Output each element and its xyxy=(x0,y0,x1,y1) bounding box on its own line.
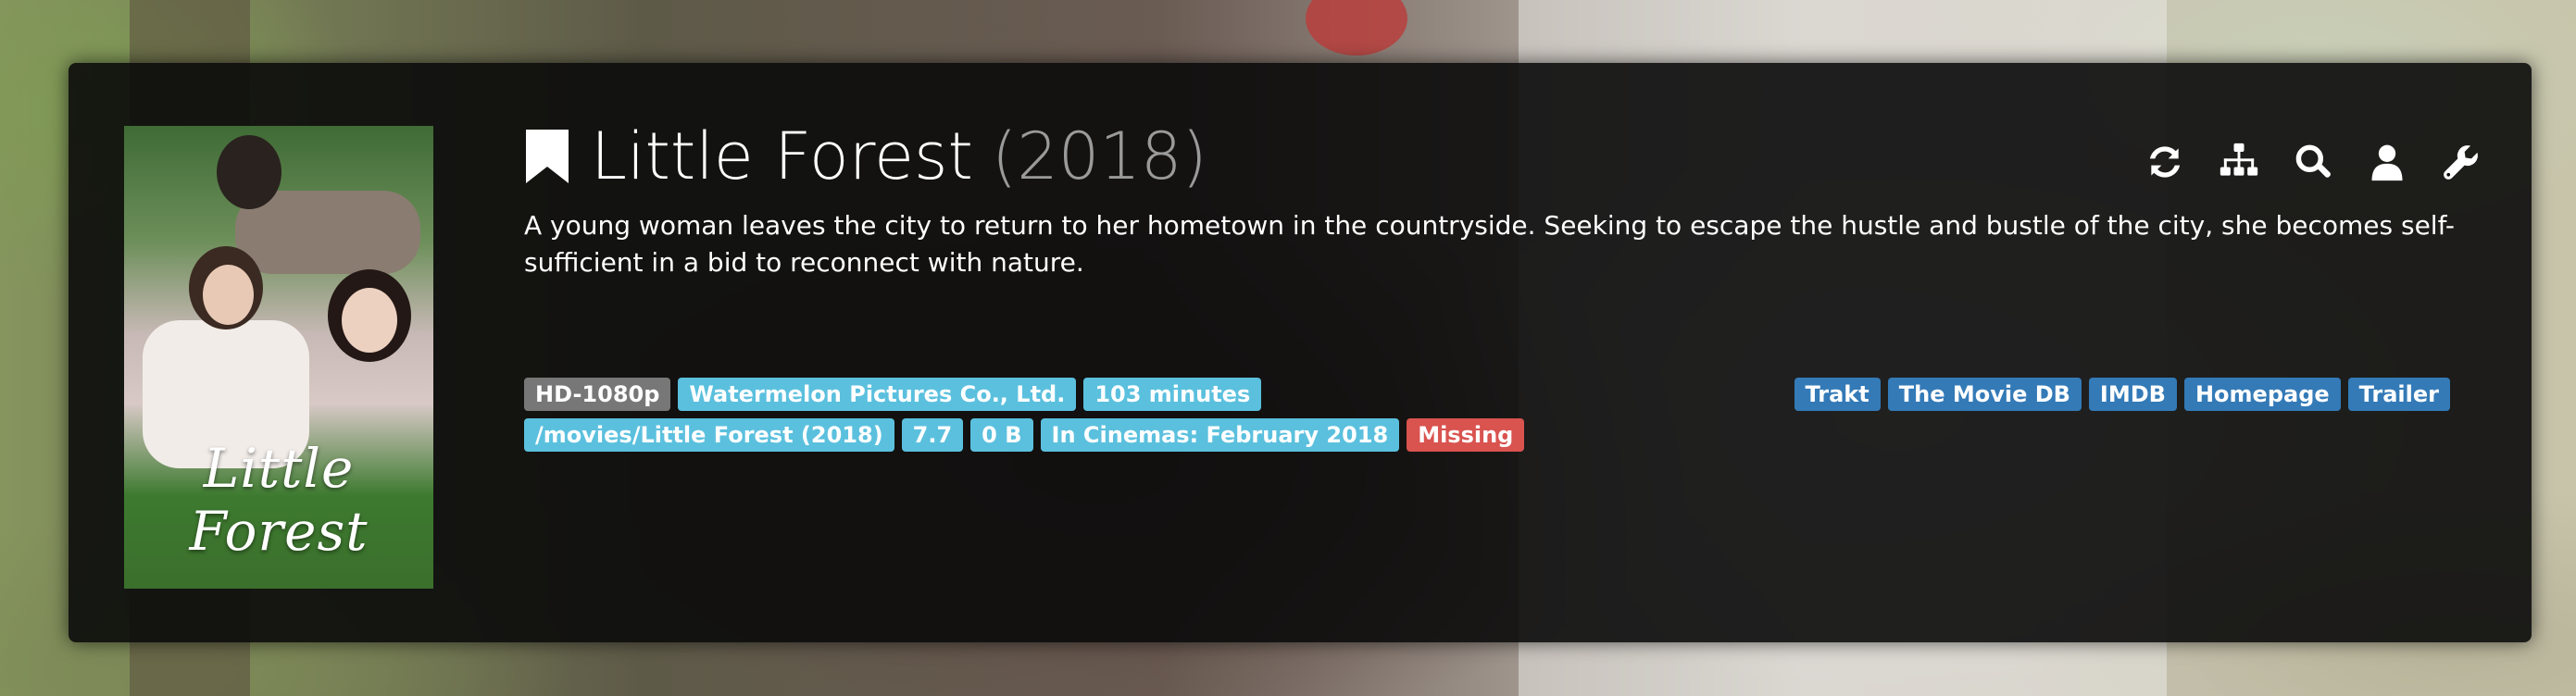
tmdb-link[interactable]: The Movie DB xyxy=(1887,378,2082,411)
movie-heading: Little Forest (2018) xyxy=(524,117,1207,196)
movie-title: Little Forest xyxy=(591,118,973,194)
poster-figure xyxy=(203,265,254,325)
movie-poster: Little Forest xyxy=(124,126,433,589)
search-icon[interactable] xyxy=(2293,142,2333,182)
rating-badge: 7.7 xyxy=(901,418,964,452)
runtime-badge: 103 minutes xyxy=(1083,378,1262,411)
poster-figure xyxy=(342,288,397,353)
status-badge: Missing xyxy=(1407,418,1525,452)
bookmark-icon[interactable] xyxy=(524,128,570,185)
external-links: Trakt The Movie DB IMDB Homepage Trailer xyxy=(1794,378,2450,411)
quality-badge: HD-1080p xyxy=(524,378,671,411)
refresh-icon[interactable] xyxy=(2145,142,2185,182)
studio-badge: Watermelon Pictures Co., Ltd. xyxy=(678,378,1077,411)
movie-toolbar xyxy=(2145,139,2482,185)
imdb-link[interactable]: IMDB xyxy=(2088,378,2177,411)
size-badge: 0 B xyxy=(970,418,1033,452)
homepage-link[interactable]: Homepage xyxy=(2183,378,2341,411)
movie-overview: A young woman leaves the city to return … xyxy=(524,210,2456,278)
wrench-icon[interactable] xyxy=(2441,142,2482,182)
poster-figure xyxy=(217,135,281,209)
poster-title: Little Forest xyxy=(189,437,369,563)
user-icon[interactable] xyxy=(2367,142,2407,182)
backdrop-apple xyxy=(1306,0,1407,56)
trailer-link[interactable]: Trailer xyxy=(2347,378,2450,411)
sitemap-icon[interactable] xyxy=(2219,142,2259,182)
trakt-link[interactable]: Trakt xyxy=(1794,378,1881,411)
movie-info-badges: HD-1080p Watermelon Pictures Co., Ltd. 1… xyxy=(524,378,1617,452)
path-badge: /movies/Little Forest (2018) xyxy=(524,418,894,452)
movie-details-panel: Little Forest Little Forest (2018) A you… xyxy=(69,63,2532,642)
release-badge: In Cinemas: February 2018 xyxy=(1040,418,1400,452)
movie-year: (2018) xyxy=(991,118,1207,194)
